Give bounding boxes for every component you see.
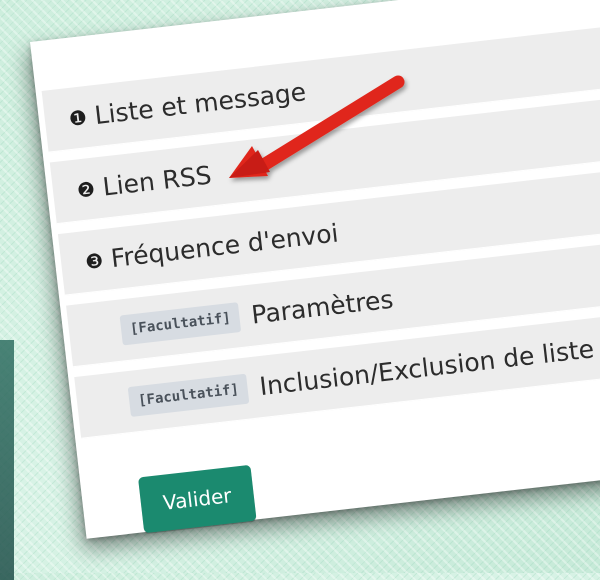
step-label: Liste et message (93, 77, 308, 131)
background-app-edge (0, 340, 14, 580)
rss-campaign-steps-panel: ❶ Liste et message ❷ Lien RSS ❸ Fréquenc… (30, 0, 600, 539)
optional-tag: [Facultatif] (119, 301, 242, 345)
step-number-1: ❶ (67, 104, 89, 131)
optional-tag: [Facultatif] (127, 373, 250, 417)
step-number-2: ❷ (75, 176, 97, 203)
step-number-3: ❸ (83, 247, 105, 274)
step-label: Inclusion/Exclusion de liste (258, 334, 596, 402)
step-label: Lien RSS (101, 160, 213, 202)
step-label: Fréquence d'envoi (109, 218, 340, 274)
validate-button[interactable]: Valider (138, 464, 257, 534)
step-label: Paramètres (249, 284, 395, 330)
